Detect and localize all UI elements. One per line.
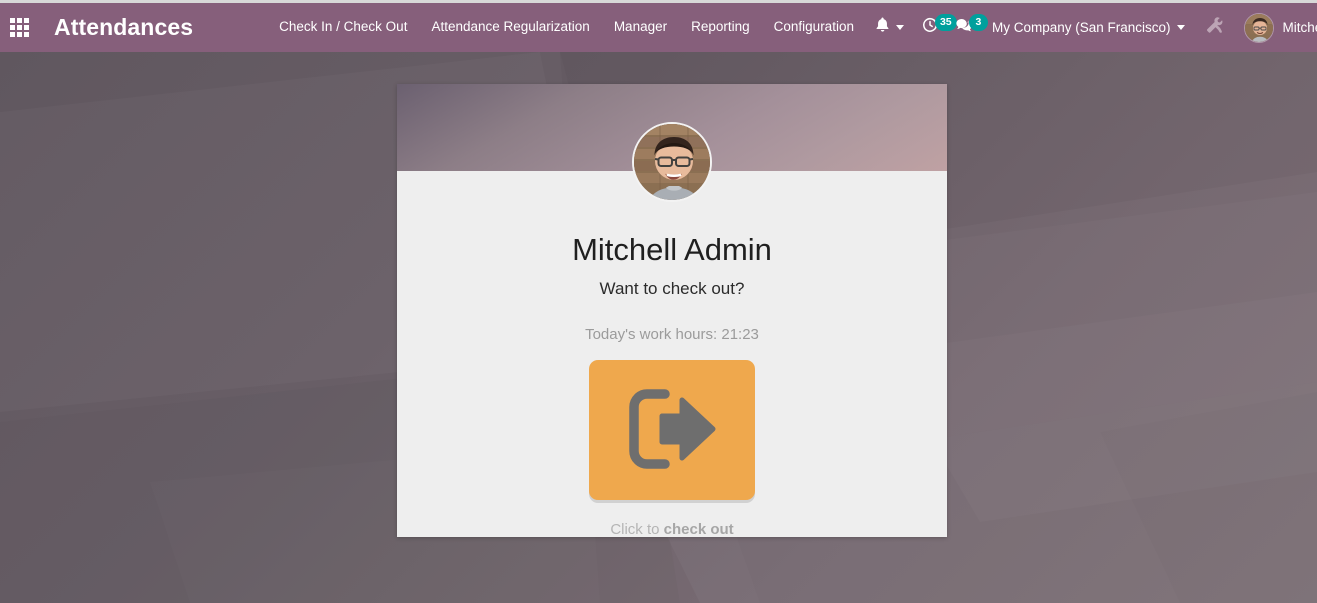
messaging-menu[interactable]: 3 — [947, 3, 988, 52]
menu-configuration[interactable]: Configuration — [762, 13, 866, 41]
activities-menu[interactable]: 35 — [913, 3, 957, 52]
chevron-down-icon — [895, 25, 904, 30]
user-name-label: Mitchell Admin — [1282, 20, 1317, 35]
employee-name: Mitchell Admin — [572, 232, 772, 267]
notifications-menu[interactable] — [866, 3, 913, 52]
company-switcher[interactable]: My Company (San Francisco) — [983, 3, 1194, 52]
bell-icon — [875, 17, 890, 38]
menu-attendance-regularization[interactable]: Attendance Regularization — [419, 13, 601, 41]
debug-tools-menu[interactable] — [1194, 3, 1236, 52]
user-avatar — [1243, 12, 1274, 43]
user-menu[interactable]: Mitchell Admin — [1236, 3, 1317, 52]
check-out-button[interactable] — [589, 360, 755, 501]
main-menu-bar: Check In / Check Out Attendance Regulari… — [267, 13, 866, 41]
apps-menu-toggle[interactable] — [0, 3, 38, 52]
card-header-banner — [397, 84, 947, 202]
click-hint: Click to check out — [397, 521, 947, 537]
chevron-down-icon — [1176, 25, 1185, 30]
employee-avatar — [632, 122, 712, 202]
menu-reporting[interactable]: Reporting — [679, 13, 762, 41]
apps-grid-icon — [9, 18, 29, 37]
page-title: Attendances — [54, 14, 194, 40]
attendance-kiosk-card: Mitchell Admin Want to check out? Today'… — [397, 84, 947, 537]
click-hint-prefix: Click to — [610, 521, 664, 537]
top-navbar: Attendances Check In / Check Out Attenda… — [0, 3, 1317, 52]
card-body: Mitchell Admin Want to check out? Today'… — [397, 171, 947, 537]
menu-manager[interactable]: Manager — [602, 13, 679, 41]
checkout-prompt: Want to check out? — [599, 279, 745, 299]
click-hint-action: check out — [663, 521, 734, 537]
systray: 35 3 My Company (San Francisco) Mitch — [866, 3, 1317, 52]
debug-tools-icon — [1206, 16, 1224, 39]
window-top-edge — [0, 0, 1317, 3]
company-name-label: My Company (San Francisco) — [991, 20, 1171, 35]
sign-out-icon — [625, 387, 719, 474]
menu-check-in-check-out[interactable]: Check In / Check Out — [267, 13, 419, 41]
work-hours-label: Today's work hours: 21:23 — [585, 326, 759, 344]
